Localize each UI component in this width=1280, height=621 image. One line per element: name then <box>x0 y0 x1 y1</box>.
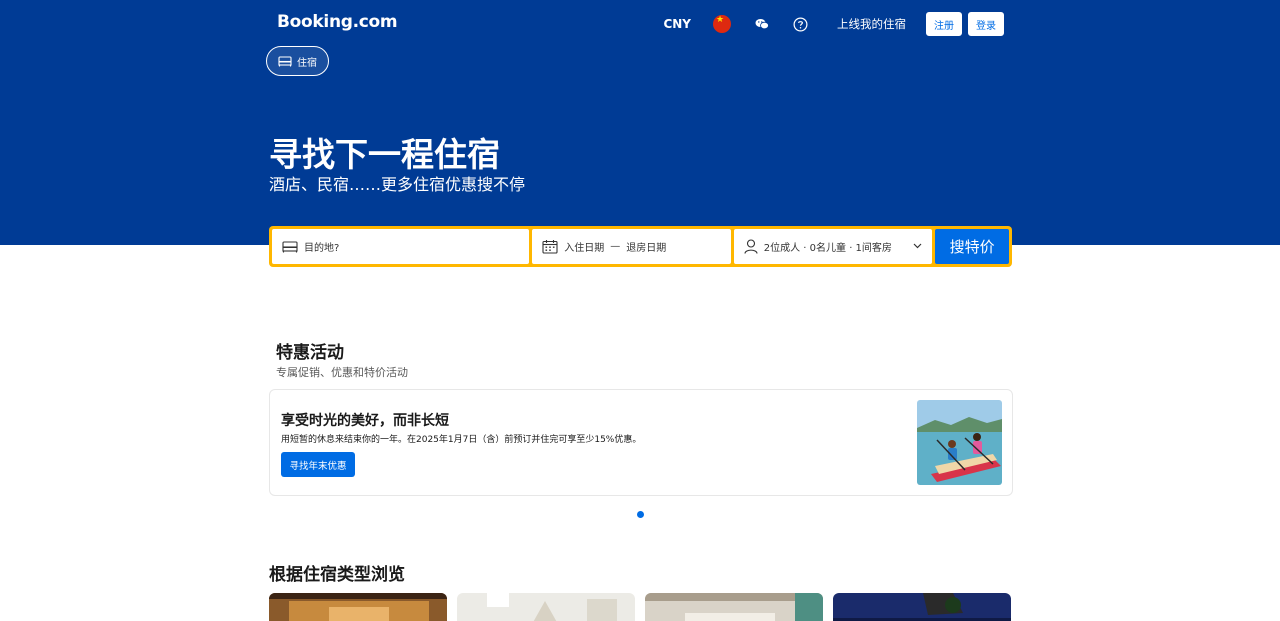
tab-stays-label: 住宿 <box>297 57 317 69</box>
offer-card-title: 享受时光的美好，而非长短 <box>281 413 449 429</box>
offer-image <box>917 400 1002 485</box>
offer-card-description: 用短暂的休息来结束你的一年。在2025年1月7日（含）前预订并住完可享至少15%… <box>281 435 642 445</box>
property-type-list <box>269 593 1021 621</box>
destination-placeholder: 目的地? <box>304 243 340 254</box>
booking-logo[interactable]: Booking.com <box>277 12 398 32</box>
bed-icon <box>282 240 298 253</box>
login-button[interactable]: 登录 <box>968 12 1004 36</box>
property-type-card-apartments[interactable] <box>457 593 635 621</box>
bed-icon <box>278 55 292 66</box>
property-type-card-resorts[interactable] <box>645 593 823 621</box>
search-button[interactable]: 搜特价 <box>935 229 1010 264</box>
list-property-link[interactable]: 上线我的住宿 <box>837 16 906 32</box>
person-icon <box>744 239 758 254</box>
chevron-down-icon <box>913 241 922 252</box>
carousel-dot[interactable] <box>637 511 644 518</box>
guests-summary: 2位成人 · 0名儿童 · 1间客房 <box>763 243 892 254</box>
search-bar: 目的地? 入住日期 — 退房日期 2位成人 · 0名儿童 · 1间客房 搜特价 <box>269 226 1012 267</box>
property-type-card-villas[interactable] <box>833 593 1011 621</box>
hero-banner <box>0 0 1280 245</box>
browse-title: 根据住宿类型浏览 <box>269 565 405 585</box>
register-button[interactable]: 注册 <box>926 12 962 36</box>
find-deals-button[interactable]: 寻找年末优惠 <box>281 452 355 477</box>
date-separator: — <box>610 241 621 252</box>
offers-title: 特惠活动 <box>276 343 344 363</box>
hero-subtitle: 酒店、民宿……更多住宿优惠搜不停 <box>269 175 526 194</box>
destination-field[interactable]: 目的地? <box>272 229 530 264</box>
wechat-icon[interactable] <box>753 15 771 33</box>
guests-field[interactable]: 2位成人 · 0名儿童 · 1间客房 <box>733 229 933 264</box>
offer-card: 享受时光的美好，而非长短 用短暂的休息来结束你的一年。在2025年1月7日（含）… <box>269 389 1013 496</box>
checkin-label: 入住日期 <box>564 243 605 254</box>
help-circle-icon[interactable] <box>791 15 809 33</box>
tab-stays[interactable]: 住宿 <box>266 46 329 76</box>
hero-title: 寻找下一程住宿 <box>269 135 500 174</box>
checkout-label: 退房日期 <box>626 243 667 254</box>
calendar-icon <box>542 239 558 254</box>
currency-button[interactable]: CNY <box>663 17 691 31</box>
china-flag-icon[interactable]: ★ <box>713 15 731 33</box>
top-nav: CNY ★ 上线我的住宿 注册 登录 <box>663 12 1004 36</box>
property-type-card-hotels[interactable] <box>269 593 447 621</box>
date-field[interactable]: 入住日期 — 退房日期 <box>532 229 731 264</box>
offers-subtitle: 专属促销、优惠和特价活动 <box>276 366 408 379</box>
